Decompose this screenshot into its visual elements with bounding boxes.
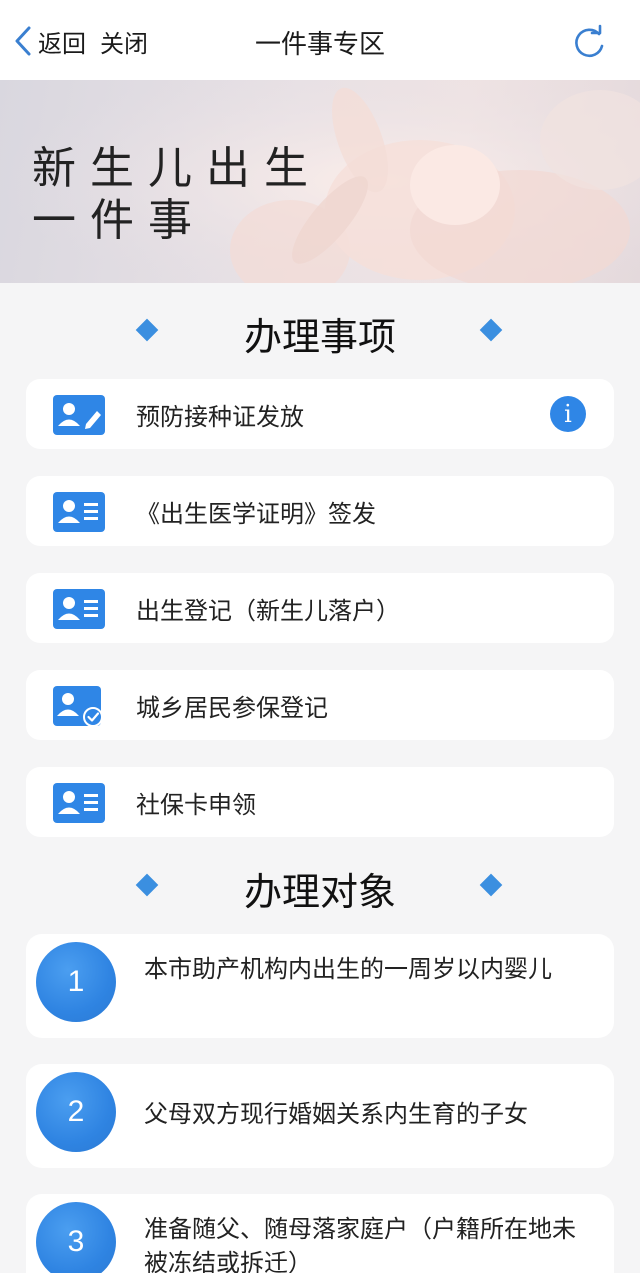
banner-title-line2: 一件事 — [32, 195, 206, 246]
section-title: 办理事项 — [243, 315, 396, 359]
target-text: 准备随父、随母落家庭户（户籍所在地未被冻结或拆迁） — [144, 1215, 576, 1273]
chevron-left-icon[interactable] — [12, 24, 34, 58]
id-card-icon — [53, 783, 105, 823]
service-item-label: 社保卡申领 — [136, 791, 256, 819]
number-badge: 1 — [36, 942, 116, 1022]
service-item-birth-registration[interactable]: 出生登记（新生儿落户） — [26, 573, 614, 643]
service-item-insurance-registration[interactable]: 城乡居民参保登记 — [26, 670, 614, 740]
number-badge: 3 — [36, 1202, 116, 1273]
service-item-vaccination[interactable]: 预防接种证发放 i — [26, 379, 614, 449]
service-item-label: 《出生医学证明》签发 — [136, 500, 376, 528]
id-card-edit-icon — [53, 395, 105, 435]
id-card-icon — [53, 589, 105, 629]
service-item-social-security-card[interactable]: 社保卡申领 — [26, 767, 614, 837]
target-item: 3 准备随父、随母落家庭户（户籍所在地未被冻结或拆迁） — [26, 1194, 614, 1273]
hero-banner: 新生儿出生 一件事 — [0, 80, 640, 283]
service-item-birth-certificate[interactable]: 《出生医学证明》签发 — [26, 476, 614, 546]
service-item-label: 城乡居民参保登记 — [136, 694, 328, 722]
service-item-label: 出生登记（新生儿落户） — [136, 597, 400, 625]
target-text: 父母双方现行婚姻关系内生育的子女 — [144, 1100, 528, 1128]
id-card-check-icon — [53, 686, 103, 726]
info-icon[interactable]: i — [550, 396, 586, 432]
section-title: 办理对象 — [243, 870, 396, 914]
section-header-targets: 办理对象 — [0, 855, 640, 915]
back-group: 返回 关闭 — [12, 24, 148, 58]
target-item: 1 本市助产机构内出生的一周岁以内婴儿 — [26, 934, 614, 1038]
number-badge: 2 — [36, 1072, 116, 1152]
id-card-icon — [53, 492, 105, 532]
top-nav-bar: 返回 关闭 一件事专区 — [0, 0, 640, 80]
target-item: 2 父母双方现行婚姻关系内生育的子女 — [26, 1064, 614, 1168]
section-header-items: 办理事项 — [0, 300, 640, 360]
service-item-label: 预防接种证发放 — [136, 403, 304, 431]
target-text: 本市助产机构内出生的一周岁以内婴儿 — [144, 955, 552, 983]
back-button[interactable]: 返回 — [38, 24, 86, 59]
refresh-icon[interactable] — [570, 24, 608, 62]
close-button[interactable]: 关闭 — [100, 24, 148, 59]
